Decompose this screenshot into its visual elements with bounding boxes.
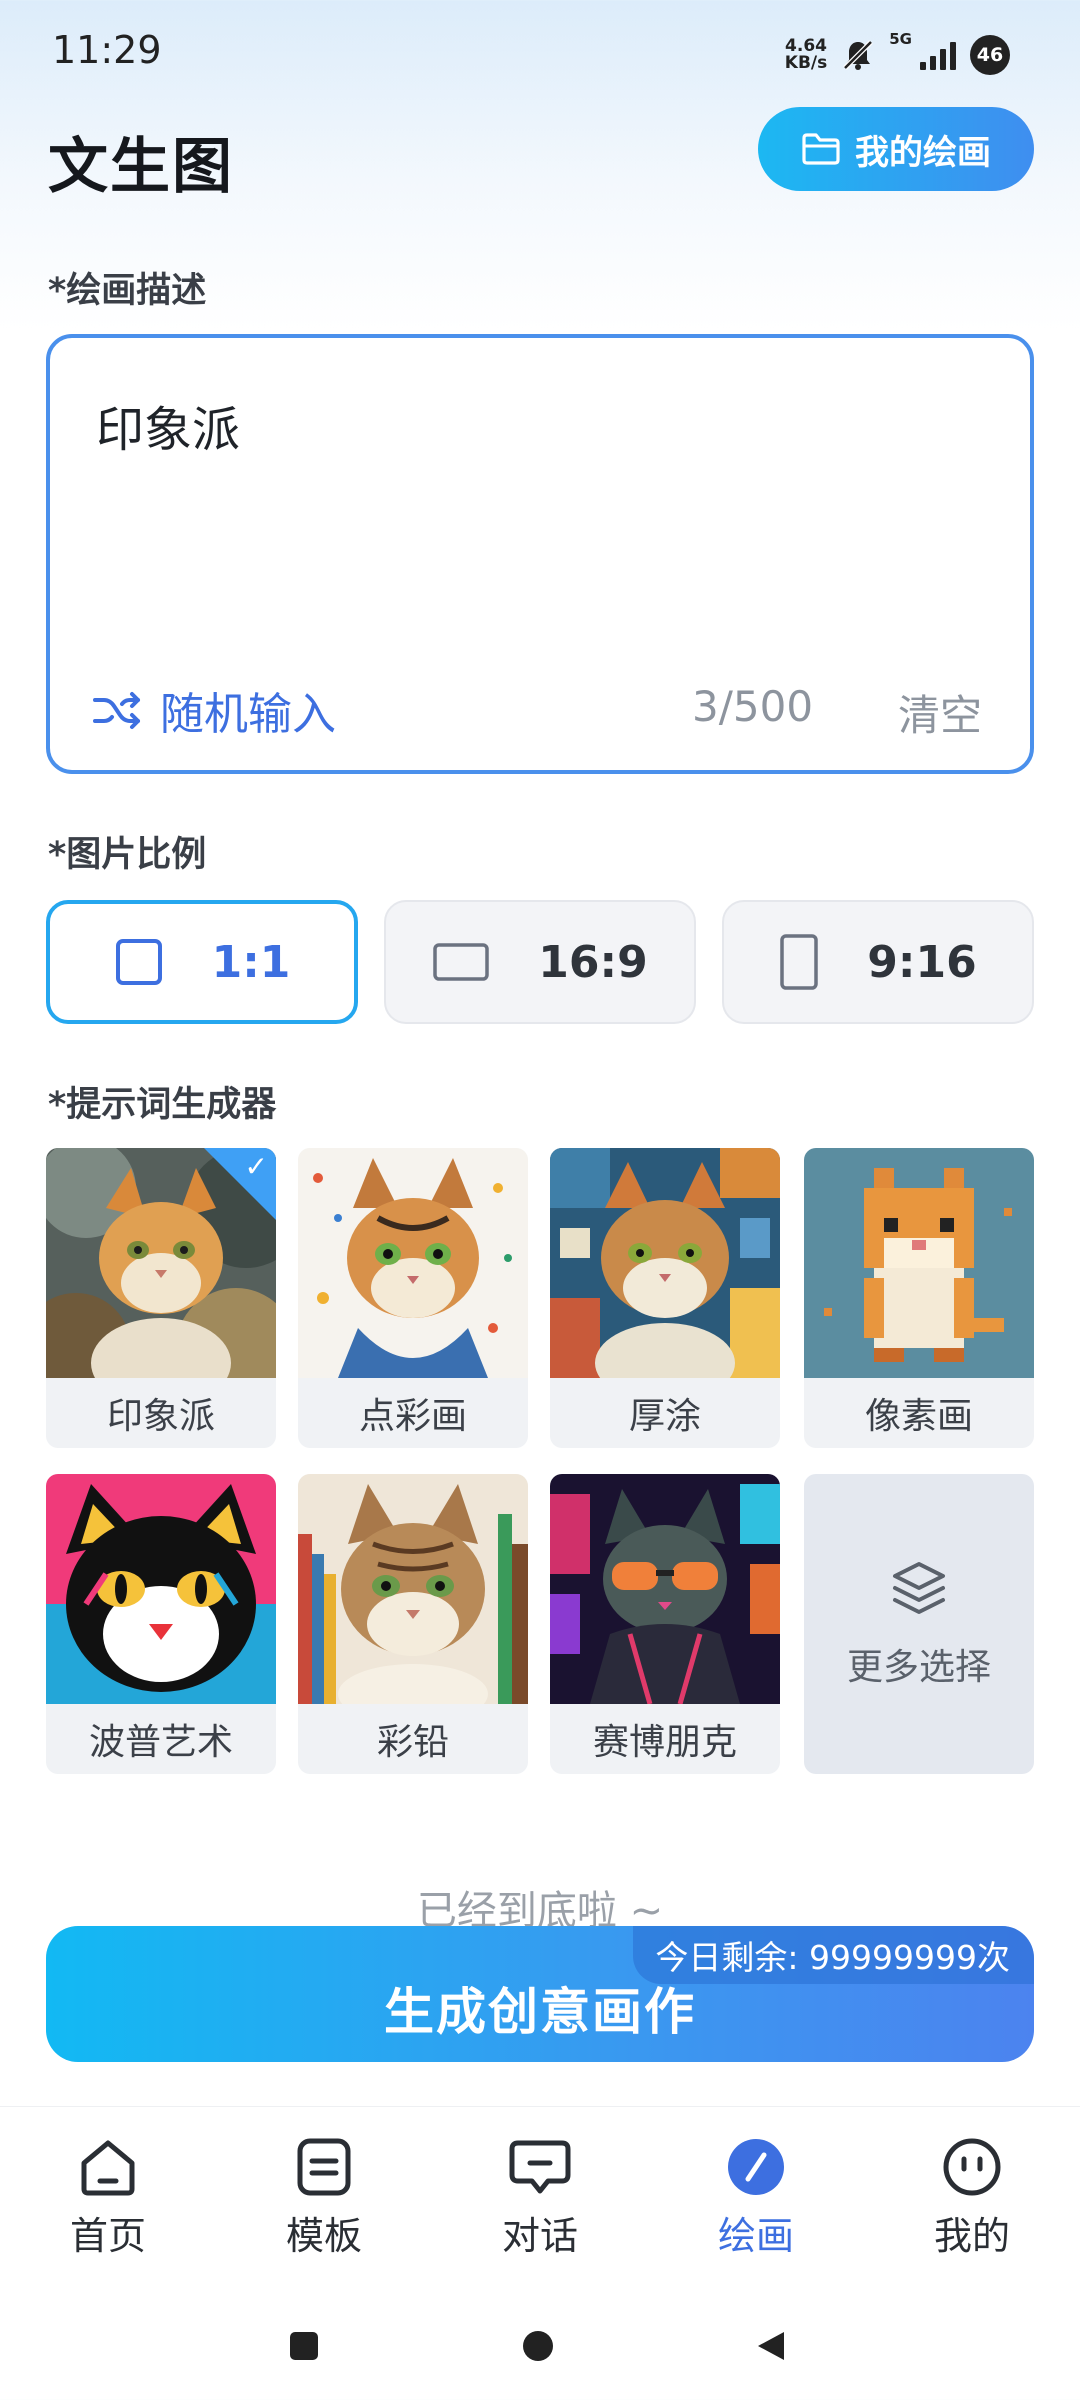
- style-label: 像素画: [864, 1396, 973, 1437]
- prompt-text[interactable]: 印象派: [96, 390, 240, 460]
- network-type: 5G: [889, 30, 912, 48]
- page-title: 文生图: [48, 132, 234, 202]
- system-nav-bar: [0, 2290, 1080, 2400]
- style-card-pop-art[interactable]: 波普艺术: [46, 1474, 276, 1774]
- style-label: 厚涂: [628, 1396, 701, 1437]
- template-icon: [297, 2138, 351, 2196]
- my-drawings-button[interactable]: 我的绘画: [758, 107, 1034, 191]
- more-styles-label: 更多选择: [846, 1647, 991, 1688]
- pop-art-cat-image: [46, 1474, 276, 1704]
- random-input-button[interactable]: 随机输入: [92, 678, 336, 742]
- battery-badge: 46: [970, 35, 1010, 75]
- generate-button[interactable]: 生成创意画作 今日剩余: 99999999次: [46, 1926, 1034, 2062]
- recents-icon[interactable]: [290, 2332, 318, 2360]
- ratio-option-16-9[interactable]: 16:9: [384, 900, 696, 1024]
- style-card-pixel-art[interactable]: 像素画: [804, 1148, 1034, 1448]
- style-card-cyberpunk[interactable]: 赛博朋克: [550, 1474, 780, 1774]
- pointillism-cat-image: [298, 1148, 528, 1378]
- colored-pencil-cat-image: [298, 1474, 528, 1704]
- back-icon[interactable]: [756, 2332, 784, 2360]
- signal-icon: [920, 40, 956, 70]
- nav-item-profile[interactable]: 我的: [902, 2137, 1042, 2260]
- clear-button[interactable]: 清空: [898, 682, 982, 743]
- pixel-cat-image: [804, 1148, 1034, 1378]
- style-card-pointillism[interactable]: 点彩画: [298, 1148, 528, 1448]
- ratio-option-1-1[interactable]: 1:1: [46, 900, 358, 1024]
- chat-icon: [509, 2140, 571, 2194]
- my-drawings-label: 我的绘画: [855, 132, 991, 173]
- layers-icon: [893, 1562, 945, 1614]
- nav-label: 模板: [285, 2214, 362, 2258]
- more-styles-button[interactable]: 更多选择: [804, 1474, 1034, 1774]
- nav-label: 首页: [69, 2214, 146, 2258]
- nav-label: 绘画: [717, 2214, 794, 2258]
- style-card-colored-pencil[interactable]: 彩铅: [298, 1474, 528, 1774]
- daily-quota-badge: 今日剩余: 99999999次: [633, 1926, 1034, 1984]
- impasto-cat-image: [550, 1148, 780, 1378]
- ratio-label: 16:9: [538, 936, 648, 988]
- nav-item-chat[interactable]: 对话: [470, 2137, 610, 2260]
- style-label: 赛博朋克: [592, 1722, 737, 1763]
- network-speed: 4.64 KB/s: [784, 36, 828, 73]
- ratio-section-label: *图片比例: [48, 835, 207, 875]
- bottom-nav: 首页 模板 对话 绘画 我的: [0, 2106, 1080, 2276]
- prompt-section-label: *绘画描述: [48, 271, 207, 311]
- random-input-label: 随机输入: [160, 689, 336, 740]
- style-label: 点彩画: [358, 1396, 467, 1437]
- impressionism-cat-image: ✓: [46, 1148, 276, 1378]
- status-indicators: 4.64 KB/s 5G 46: [785, 30, 1010, 80]
- nav-item-home[interactable]: 首页: [38, 2137, 178, 2260]
- status-time: 11:29: [52, 28, 162, 72]
- home-icon: [81, 2140, 135, 2196]
- nav-label: 我的: [933, 2214, 1010, 2258]
- home-system-icon[interactable]: [523, 2331, 553, 2361]
- portrait-icon: [780, 934, 819, 990]
- style-section-label: *提示词生成器: [48, 1085, 277, 1125]
- style-label: 波普艺术: [88, 1722, 233, 1763]
- nav-item-templates[interactable]: 模板: [254, 2137, 394, 2260]
- ratio-label: 9:16: [867, 936, 977, 988]
- nav-item-paint[interactable]: 绘画: [686, 2137, 826, 2260]
- square-icon: [115, 939, 162, 985]
- cyberpunk-cat-image: [550, 1474, 780, 1704]
- paint-icon: [728, 2139, 784, 2195]
- prompt-input-box[interactable]: 印象派 随机输入 3/500 清空: [46, 334, 1034, 774]
- style-card-impressionism[interactable]: ✓ 印象派: [46, 1148, 276, 1448]
- mute-icon: [843, 40, 874, 70]
- shuffle-icon: [93, 692, 140, 729]
- ratio-label: 1:1: [211, 936, 291, 988]
- style-label: 彩铅: [376, 1722, 449, 1763]
- style-label: 印象派: [106, 1396, 215, 1437]
- profile-icon: [943, 2138, 1001, 2196]
- nav-label: 对话: [501, 2214, 578, 2258]
- ratio-option-9-16[interactable]: 9:16: [722, 900, 1034, 1024]
- landscape-icon: [433, 943, 490, 981]
- char-count: 3/500: [692, 682, 814, 731]
- folder-icon: [802, 133, 840, 165]
- check-icon: ✓: [244, 1150, 268, 1183]
- style-card-impasto[interactable]: 厚涂: [550, 1148, 780, 1448]
